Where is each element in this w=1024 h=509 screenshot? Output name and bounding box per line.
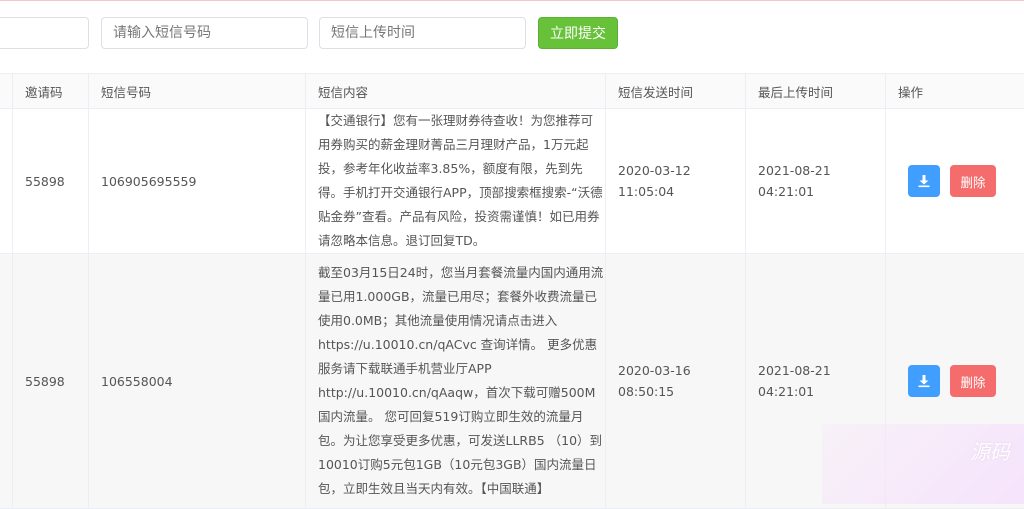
header-actions: 操作 (886, 74, 1024, 109)
table-row: 55898 106905695559 【交通银行】您有一张理财券待查收！为您推荐… (0, 109, 1024, 254)
upload-date: 2021-08-21 (758, 360, 885, 381)
send-date: 2020-03-16 (618, 360, 745, 381)
upload-time-cell: 2021-08-21 04:21:01 (746, 109, 886, 254)
row-actions: 删除 (898, 165, 1024, 197)
sms-content-text: 截至03月15日24时，您当月套餐流量内国内通用流量已用1.000GB，流量已用… (318, 261, 605, 501)
sms-number-cell: 106905695559 (89, 109, 306, 254)
header-sms-number: 短信号码 (89, 74, 306, 109)
upload-clock: 04:21:01 (758, 381, 885, 402)
upload-clock: 04:21:01 (758, 181, 885, 202)
watermark: 源码 (822, 424, 1024, 504)
delete-button[interactable]: 删除 (950, 365, 996, 397)
sms-content-text: 【交通银行】您有一张理财券待查收！为您推荐可用券购买的薪金理财菁品三月理财产品，… (318, 109, 605, 253)
delete-button[interactable]: 删除 (950, 165, 996, 197)
download-icon (917, 374, 931, 388)
download-button[interactable] (908, 165, 940, 197)
header-checkbox-col (0, 74, 13, 109)
filter-input[interactable] (0, 17, 89, 49)
send-clock: 08:50:15 (618, 381, 745, 402)
row-lead-cell (0, 109, 13, 254)
row-actions: 删除 (898, 365, 1024, 397)
send-time-cell: 2020-03-12 11:05:04 (606, 109, 746, 254)
invite-code-cell: 55898 (13, 254, 89, 509)
header-invite-code: 邀请码 (13, 74, 89, 109)
download-button[interactable] (908, 365, 940, 397)
sms-number-input[interactable] (101, 17, 308, 49)
sms-content-cell: 【交通银行】您有一张理财券待查收！为您推荐可用券购买的薪金理财菁品三月理财产品，… (306, 109, 606, 254)
download-icon (917, 174, 931, 188)
table-header: 邀请码 短信号码 短信内容 短信发送时间 最后上传时间 操作 (0, 74, 1024, 109)
upload-date: 2021-08-21 (758, 160, 885, 181)
send-clock: 11:05:04 (618, 181, 745, 202)
send-time-cell: 2020-03-16 08:50:15 (606, 254, 746, 509)
actions-cell: 删除 (886, 109, 1024, 254)
header-sms-content: 短信内容 (306, 74, 606, 109)
send-date: 2020-03-12 (618, 160, 745, 181)
upload-time-input[interactable] (319, 17, 526, 49)
submit-button[interactable]: 立即提交 (538, 17, 618, 49)
header-send-time: 短信发送时间 (606, 74, 746, 109)
watermark-text: 源码 (970, 436, 1010, 465)
invite-code-cell: 55898 (13, 109, 89, 254)
filter-bar: 立即提交 (0, 0, 1024, 70)
header-upload-time: 最后上传时间 (746, 74, 886, 109)
row-lead-cell (0, 254, 13, 509)
sms-number-cell: 106558004 (89, 254, 306, 509)
sms-content-cell: 截至03月15日24时，您当月套餐流量内国内通用流量已用1.000GB，流量已用… (306, 254, 606, 509)
